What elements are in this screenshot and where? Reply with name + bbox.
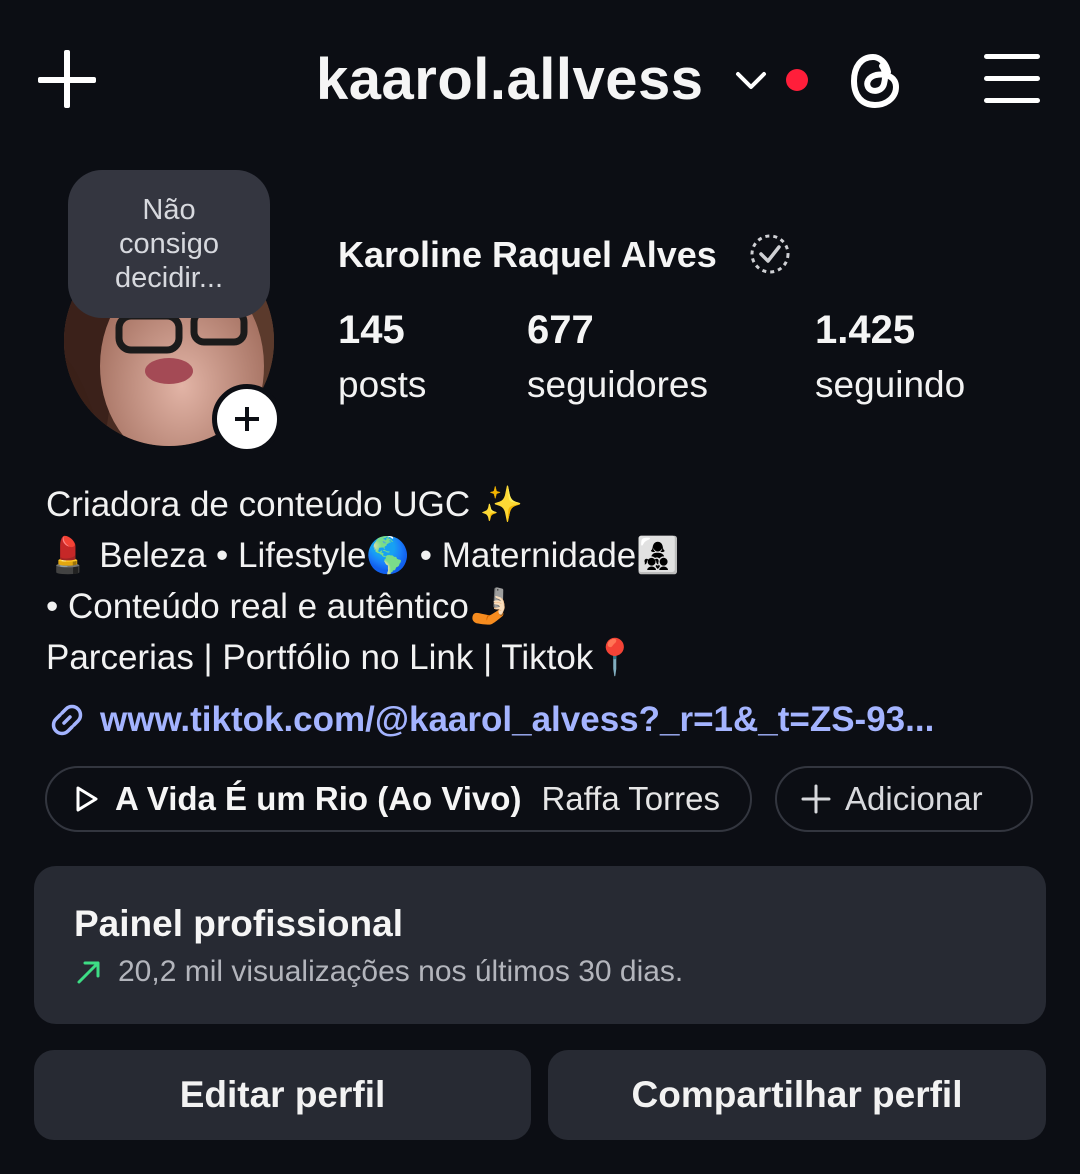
song-artist: Raffa Torres <box>541 780 720 817</box>
add-story-plus-icon[interactable] <box>212 384 282 454</box>
bio-link-text[interactable]: www.tiktok.com/@kaarol_alvess?_r=1&_t=ZS… <box>100 696 934 744</box>
menu-icon[interactable] <box>984 52 1042 104</box>
bio-line: 💄 Beleza • Lifestyle🌎 • Maternidade👩‍👧‍👦 <box>46 536 680 575</box>
chevron-down-icon[interactable] <box>734 66 768 94</box>
followers-count[interactable]: 677 <box>527 306 594 354</box>
threads-icon[interactable] <box>846 50 904 112</box>
plus-icon <box>801 784 831 814</box>
bio-line: Criadora de conteúdo UGC ✨ <box>46 485 524 524</box>
username-title[interactable]: kaarol.allvess <box>316 44 704 116</box>
bio-line: • Conteúdo real e autêntico🤳🏻 <box>46 587 513 626</box>
following-label[interactable]: seguindo <box>815 362 965 408</box>
profile-music-pill[interactable]: A Vida É um Rio (Ao Vivo) Raffa Torres <box>45 766 752 832</box>
following-count[interactable]: 1.425 <box>815 306 915 354</box>
notification-dot <box>786 69 808 91</box>
note-bubble[interactable]: Não consigo decidir... <box>68 170 270 318</box>
profile-full-name: Karoline Raquel Alves <box>338 234 717 275</box>
trend-up-arrow-icon <box>77 961 100 984</box>
followers-label[interactable]: seguidores <box>527 362 708 408</box>
play-icon <box>76 786 98 812</box>
panel-title: Painel profissional <box>74 903 403 944</box>
panel-subtitle-text: 20,2 mil visualizações nos últimos 30 di… <box>118 955 684 988</box>
posts-label[interactable]: posts <box>338 362 426 408</box>
bio-line: Parcerias | Portfólio no Link | Tiktok📍 <box>46 638 637 677</box>
link-icon <box>51 704 83 736</box>
add-link-button[interactable]: Adicionar <box>775 766 1033 832</box>
add-label: Adicionar <box>845 780 983 817</box>
create-plus-icon[interactable] <box>38 50 98 110</box>
bio-link[interactable]: www.tiktok.com/@kaarol_alvess?_r=1&_t=ZS… <box>46 696 934 744</box>
panel-subtitle: 20,2 mil visualizações nos últimos 30 di… <box>74 950 683 994</box>
song-title: A Vida É um Rio (Ao Vivo) <box>115 780 522 817</box>
share-profile-button[interactable]: Compartilhar perfil <box>548 1050 1046 1140</box>
posts-count[interactable]: 145 <box>338 306 405 354</box>
edit-profile-button[interactable]: Editar perfil <box>34 1050 531 1140</box>
meta-verified-icon[interactable] <box>748 232 792 276</box>
